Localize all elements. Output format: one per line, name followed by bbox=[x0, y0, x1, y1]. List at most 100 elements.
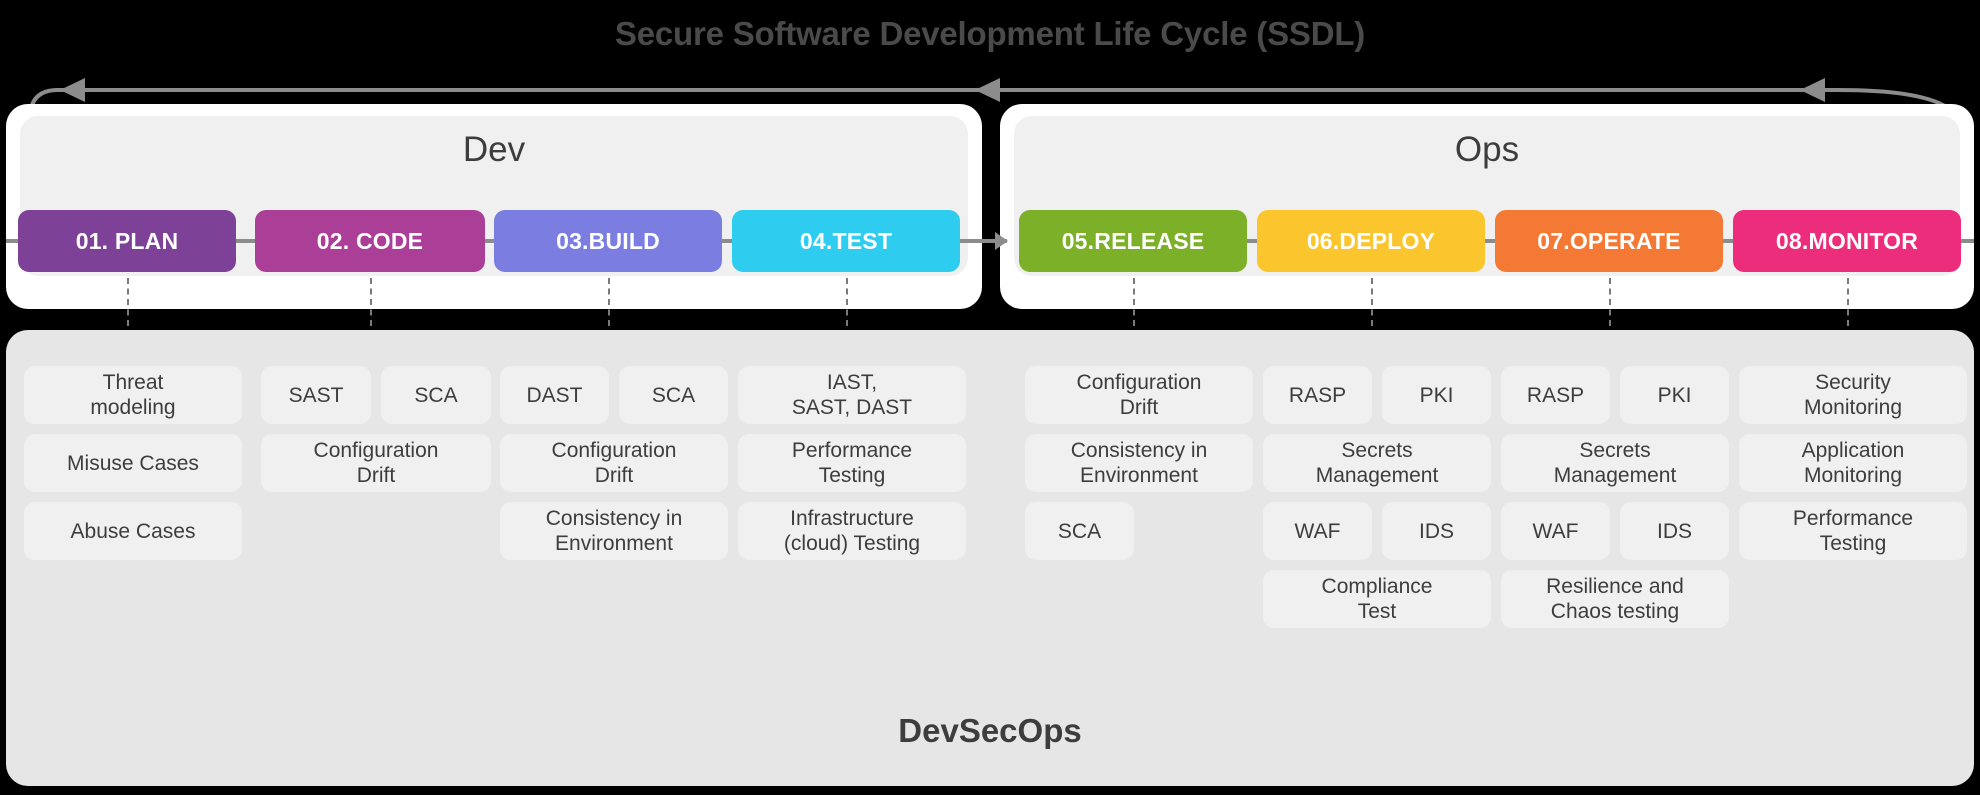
practice-row: Threat modeling bbox=[24, 366, 242, 424]
phase-button-build[interactable]: 03.BUILD bbox=[494, 210, 722, 272]
practice-row: RASP PKI bbox=[1263, 366, 1491, 424]
loop-arrowhead-middle bbox=[975, 78, 1000, 102]
phase-button-operate[interactable]: 07.OPERATE bbox=[1495, 210, 1723, 272]
practice-row: Infrastructure (cloud) Testing bbox=[738, 502, 966, 560]
practice-row: Application Monitoring bbox=[1739, 434, 1967, 492]
phase-connector-release-to-deploy bbox=[1247, 239, 1257, 243]
practice-row: Misuse Cases bbox=[24, 434, 242, 492]
practice-cell[interactable]: Configuration Drift bbox=[500, 434, 728, 492]
practice-row: Abuse Cases bbox=[24, 502, 242, 560]
devsecops-label: DevSecOps bbox=[898, 712, 1082, 749]
phase-label-build: 03.BUILD bbox=[556, 227, 660, 254]
practice-row: Consistency in Environment bbox=[500, 502, 728, 560]
practice-column-operate: RASP PKI Secrets Management WAF IDS Resilience… bbox=[1501, 366, 1729, 638]
practice-cell[interactable]: Configuration Drift bbox=[261, 434, 491, 492]
practice-cell[interactable]: WAF bbox=[1501, 502, 1610, 560]
practice-cell[interactable]: Performance Testing bbox=[738, 434, 966, 492]
page-title: Secure Software Development Life Cycle (… bbox=[614, 15, 1366, 52]
practice-cell[interactable]: Abuse Cases bbox=[24, 502, 242, 560]
phase-button-code[interactable]: 02. CODE bbox=[255, 210, 485, 272]
phase-connector-deploy-to-operate bbox=[1485, 239, 1495, 243]
practice-row: Compliance Test bbox=[1263, 570, 1491, 628]
practice-cell[interactable]: Security Monitoring bbox=[1739, 366, 1967, 424]
practice-cell[interactable]: PKI bbox=[1620, 366, 1729, 424]
practice-column-monitor: Security Monitoring Application Monitoring P… bbox=[1739, 366, 1967, 570]
practice-row: Performance Testing bbox=[1739, 502, 1967, 560]
phase-button-plan[interactable]: 01. PLAN bbox=[18, 210, 236, 272]
practice-cell[interactable]: Threat modeling bbox=[24, 366, 242, 424]
practice-cell[interactable]: RASP bbox=[1501, 366, 1610, 424]
practice-column-test: IAST, SAST, DAST Performance Testing Infrast… bbox=[738, 366, 966, 570]
phase-button-release[interactable]: 05.RELEASE bbox=[1019, 210, 1247, 272]
phase-label-release: 05.RELEASE bbox=[1061, 227, 1205, 254]
practice-cell[interactable]: Misuse Cases bbox=[24, 434, 242, 492]
practice-cell[interactable]: Application Monitoring bbox=[1739, 434, 1967, 492]
practice-row: Secrets Management bbox=[1263, 434, 1491, 492]
practice-cell[interactable]: Consistency in Environment bbox=[500, 502, 728, 560]
section-panel-dev: Dev bbox=[6, 104, 982, 309]
phase-label-monitor: 08.MONITOR bbox=[1775, 227, 1919, 254]
lifecycle-line-end bbox=[1961, 239, 1974, 243]
practice-cell[interactable]: WAF bbox=[1263, 502, 1372, 560]
practice-cell[interactable]: SAST bbox=[261, 366, 371, 424]
practice-column-plan: Threat modeling Misuse Cases Abuse Cases bbox=[24, 366, 242, 570]
practice-row: Security Monitoring bbox=[1739, 366, 1967, 424]
practice-row: SCA bbox=[1025, 502, 1253, 560]
practice-row: Configuration Drift bbox=[1025, 366, 1253, 424]
practice-row: Performance Testing bbox=[738, 434, 966, 492]
phase-button-test[interactable]: 04.TEST bbox=[732, 210, 960, 272]
practice-cell[interactable]: Consistency in Environment bbox=[1025, 434, 1253, 492]
practice-cell[interactable]: SCA bbox=[1025, 502, 1134, 560]
practice-cell[interactable]: PKI bbox=[1382, 366, 1491, 424]
practice-cell[interactable]: IAST, SAST, DAST bbox=[738, 366, 966, 424]
practice-column-release: Configuration Drift Consistency in Environm… bbox=[1025, 366, 1253, 570]
practice-row: RASP PKI bbox=[1501, 366, 1729, 424]
practice-cell[interactable]: Configuration Drift bbox=[1025, 366, 1253, 424]
practice-row: DAST SCA bbox=[500, 366, 728, 424]
practice-cell[interactable]: IDS bbox=[1620, 502, 1729, 560]
practice-row: IAST, SAST, DAST bbox=[738, 366, 966, 424]
practice-cell[interactable]: Secrets Management bbox=[1263, 434, 1491, 492]
loop-arrowhead-right bbox=[1800, 78, 1825, 102]
phase-connector-code-to-build bbox=[485, 239, 494, 243]
practice-cell[interactable]: Compliance Test bbox=[1263, 570, 1491, 628]
practice-cell[interactable]: Resilience and Chaos testing bbox=[1501, 570, 1729, 628]
practice-column-deploy: RASP PKI Secrets Management WAF IDS Compliance… bbox=[1263, 366, 1491, 638]
practice-cell-spacer bbox=[1144, 502, 1253, 560]
section-panel-ops: Ops bbox=[1000, 104, 1974, 309]
phase-label-code: 02. CODE bbox=[316, 227, 424, 254]
loop-arrowhead-left bbox=[60, 78, 85, 102]
phase-label-operate: 07.OPERATE bbox=[1537, 227, 1681, 254]
practice-row: Configuration Drift bbox=[500, 434, 728, 492]
phase-connector-build-to-test bbox=[722, 239, 732, 243]
phase-label-test: 04.TEST bbox=[799, 227, 893, 254]
phase-connector-plan-to-code bbox=[236, 239, 255, 243]
phase-label-deploy: 06.DEPLOY bbox=[1306, 227, 1436, 254]
practice-row: WAF IDS bbox=[1263, 502, 1491, 560]
phase-label-plan: 01. PLAN bbox=[75, 227, 179, 254]
practice-row: Secrets Management bbox=[1501, 434, 1729, 492]
phase-button-row: 01. PLAN 02. CODE 03.BUILD 04.TEST 05.RELEAS… bbox=[0, 210, 1980, 278]
practice-row: Consistency in Environment bbox=[1025, 434, 1253, 492]
practice-row: Resilience and Chaos testing bbox=[1501, 570, 1729, 628]
section-title-dev: Dev bbox=[462, 130, 526, 169]
phase-connector-test-to-release bbox=[960, 232, 1008, 250]
phase-button-monitor[interactable]: 08.MONITOR bbox=[1733, 210, 1961, 272]
practice-cell[interactable]: Secrets Management bbox=[1501, 434, 1729, 492]
practice-cell[interactable]: IDS bbox=[1382, 502, 1491, 560]
practice-cell[interactable]: SCA bbox=[619, 366, 728, 424]
practice-row: SAST SCA bbox=[261, 366, 491, 424]
section-title-ops: Ops bbox=[1454, 130, 1520, 169]
practice-cell[interactable]: SCA bbox=[381, 366, 491, 424]
practice-column-code: SAST SCA Configuration Drift bbox=[261, 366, 491, 502]
phase-connector-operate-to-monitor bbox=[1723, 239, 1733, 243]
practice-cell[interactable]: RASP bbox=[1263, 366, 1372, 424]
practice-row: Configuration Drift bbox=[261, 434, 491, 492]
practice-cell[interactable]: Infrastructure (cloud) Testing bbox=[738, 502, 966, 560]
practice-cell[interactable]: Performance Testing bbox=[1739, 502, 1967, 560]
phase-button-deploy[interactable]: 06.DEPLOY bbox=[1257, 210, 1485, 272]
practice-column-build: DAST SCA Configuration Drift Consistency in E… bbox=[500, 366, 728, 570]
practice-cell[interactable]: DAST bbox=[500, 366, 609, 424]
practice-row: WAF IDS bbox=[1501, 502, 1729, 560]
lifecycle-line-start bbox=[6, 239, 18, 243]
